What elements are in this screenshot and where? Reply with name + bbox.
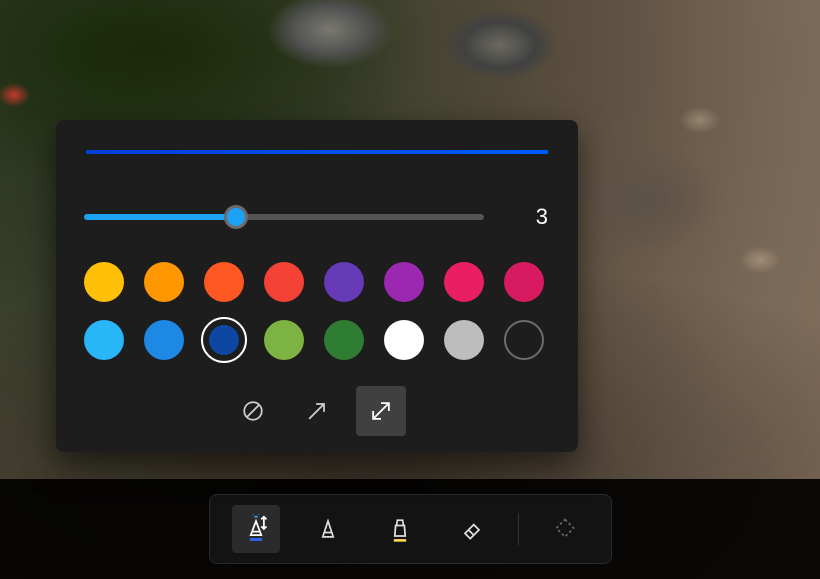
color-swatch[interactable] [144, 320, 184, 360]
pen-tool-button[interactable] [232, 505, 280, 553]
pen-settings-popup: 3 [56, 120, 578, 452]
swatch-row [84, 262, 550, 302]
color-swatch[interactable] [144, 262, 184, 302]
color-swatch[interactable] [204, 262, 244, 302]
thickness-slider[interactable] [84, 202, 484, 232]
color-swatch[interactable] [264, 262, 304, 302]
tip-none-button[interactable] [228, 386, 278, 436]
color-swatch[interactable] [84, 320, 124, 360]
tip-arrow-button[interactable] [292, 386, 342, 436]
arrow-tip-icon [303, 397, 331, 425]
highlighter-icon [386, 514, 414, 544]
shape-tool-button[interactable] [541, 505, 589, 553]
color-swatch[interactable] [84, 262, 124, 302]
slider-fill [84, 214, 236, 220]
pen-plain-tool-button[interactable] [304, 505, 352, 553]
pen-icon [242, 514, 270, 544]
toolbar-separator [518, 513, 519, 545]
doublearrow-tip-icon [367, 397, 395, 425]
color-swatch[interactable] [444, 262, 484, 302]
bottom-bar-area [0, 479, 820, 579]
line-tip-row [84, 386, 550, 436]
pen-plain-icon [314, 514, 342, 544]
color-swatch[interactable] [444, 320, 484, 360]
color-swatch[interactable] [384, 262, 424, 302]
thickness-row: 3 [84, 202, 550, 232]
shape-icon [551, 514, 579, 544]
color-swatch-grid [84, 262, 550, 360]
thickness-value: 3 [508, 204, 550, 230]
color-swatch[interactable] [384, 320, 424, 360]
markup-toolbar [209, 494, 612, 564]
slider-thumb[interactable] [224, 205, 248, 229]
color-swatch[interactable] [324, 262, 364, 302]
color-swatch[interactable] [504, 320, 544, 360]
swatch-row [84, 320, 550, 360]
eraser-tool-button[interactable] [448, 505, 496, 553]
color-swatch[interactable] [264, 320, 304, 360]
stroke-preview [86, 150, 548, 154]
eraser-icon [458, 514, 486, 544]
color-swatch[interactable] [504, 262, 544, 302]
highlighter-tool-button[interactable] [376, 505, 424, 553]
color-swatch[interactable] [324, 320, 364, 360]
color-swatch[interactable] [201, 317, 247, 363]
tip-doublearrow-button[interactable] [356, 386, 406, 436]
no-tip-icon [239, 397, 267, 425]
